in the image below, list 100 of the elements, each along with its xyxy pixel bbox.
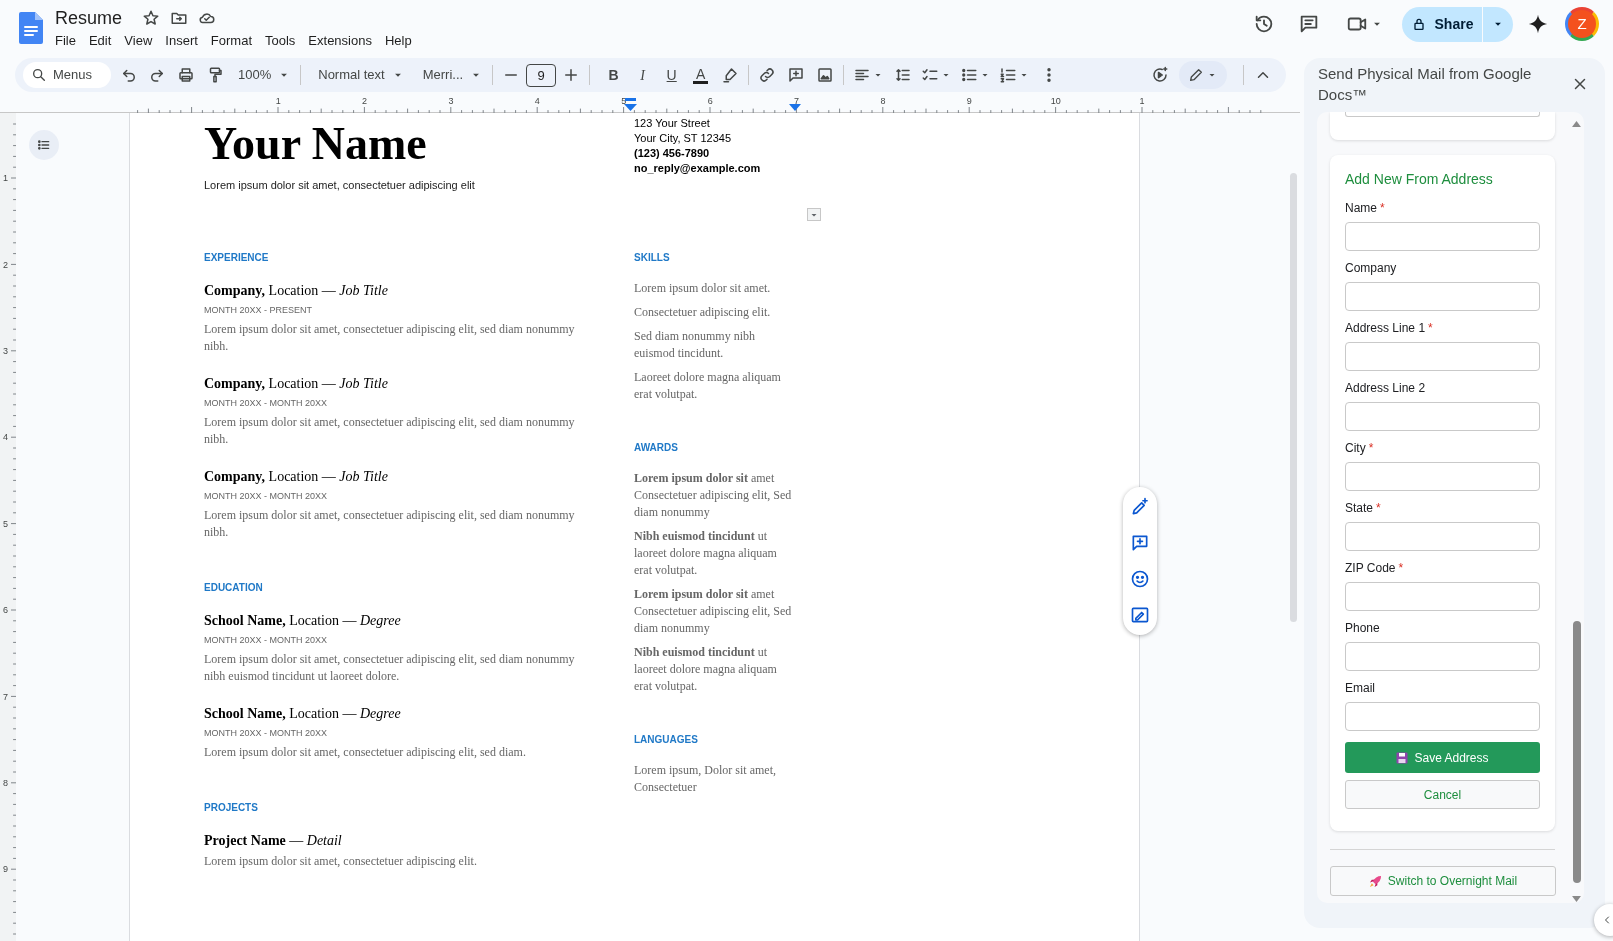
scroll-up-icon[interactable] [1572,120,1581,128]
menu-item[interactable]: Extensions [308,31,372,51]
marker-icon[interactable] [721,66,740,84]
field-label: Name [1345,200,1377,216]
contact-line: Your City, ST 12345 [634,131,733,146]
add-comment-icon[interactable] [787,66,806,84]
input-field[interactable] [1345,702,1540,731]
bold-button[interactable]: B [605,64,622,86]
menu-item[interactable]: Edit [88,31,112,51]
input-field[interactable] [1345,462,1540,491]
section-heading: LANGUAGES [634,733,699,747]
bullet-list-icon[interactable] [960,66,979,84]
comment-icon[interactable] [1298,13,1320,35]
field-label: City [1345,440,1366,456]
play-sparkle-icon[interactable] [1151,66,1169,84]
ruler-number: 7 [794,96,800,107]
section-heading: SKILLS [634,251,671,265]
field-label: Phone [1345,620,1380,636]
contact-line: (123) 456-7890 [634,146,711,161]
scroll-down-icon[interactable] [1572,895,1581,903]
input-field[interactable] [1345,582,1540,611]
ruler-number: 5 [621,96,627,107]
suggest-edit-icon[interactable] [1130,605,1150,625]
share-button[interactable]: Share [1402,6,1482,42]
section-item: Lorem ipsum dolor sit amet Consectetuer adipiscing elit, Sed diam nonummy [634,586,792,637]
switch-mail-button[interactable]: Switch to Overnight Mail [1330,866,1556,896]
ruler-number: 7 [3,691,8,702]
add-comment-icon[interactable] [1130,533,1150,553]
link-icon[interactable] [758,66,777,84]
underline-button[interactable]: U [663,64,680,86]
font-size-field[interactable]: 9 [526,63,557,87]
indent-marker-icon[interactable] [624,98,637,112]
section-heading: AWARDS [634,441,679,455]
input-field[interactable] [1345,282,1540,311]
input-field[interactable] [1345,522,1540,551]
smiley-icon[interactable] [1130,569,1150,589]
star-icon[interactable] [142,9,161,27]
ruler-number: 4 [3,432,8,443]
input-field[interactable] [1345,112,1540,117]
contact-line: 123 Your Street [634,116,711,131]
section-item: Consectetuer adipiscing elit. [634,304,772,321]
contact-line: no_reply@example.com [634,161,761,176]
document-title[interactable]: Resume [55,6,123,30]
menu-item[interactable]: File [55,31,76,51]
menu-item[interactable]: View [124,31,153,51]
document-icon[interactable] [19,12,43,44]
search-field[interactable]: Menus [23,62,111,88]
scrollbar-thumb[interactable] [1572,620,1581,884]
ruler-number: 1 [275,96,281,107]
entry-title: Company, Location — Job Title [204,282,389,300]
scrollbar-thumb[interactable] [1290,173,1297,622]
zoom-select[interactable]: 100% [238,65,292,85]
print-icon[interactable] [177,66,195,84]
ruler-number: 6 [3,605,8,616]
menu-item[interactable]: Tools [265,31,296,51]
cancel-button[interactable]: Cancel [1345,780,1540,809]
entry-title: Project Name — Detail [204,832,343,850]
entry-title: School Name, Location — Degree [204,705,402,723]
required-mark: * [1376,500,1381,516]
ruler-number: 1 [1139,96,1145,107]
entry-title: School Name, Location — Degree [204,612,402,630]
search-icon [31,67,47,83]
tagline: Lorem ipsum dolor sit amet, consectetuer adipiscing elit [204,178,476,192]
entry-title: Company, Location — Job Title [204,468,389,486]
line-spacing-icon[interactable] [894,66,913,84]
entry-dates: MONTH 20XX - MONTH 20XX [204,634,329,646]
entry-description: Lorem ipsum dolor sit amet, consectetuer adipiscing elit. [204,853,478,870]
dropdown-button[interactable] [807,208,821,221]
ruler-number: 3 [448,96,454,107]
section-item: Lorem ipsum, Dolor sit amet, Consectetuer [634,762,777,796]
ruler-number: 2 [3,259,8,270]
field-label: State [1345,500,1374,516]
menu-item[interactable]: Format [210,31,252,51]
field-label: Address Line 1 [1345,320,1426,336]
outline-button[interactable] [29,130,59,160]
input-field[interactable] [1345,342,1540,371]
ruler-number: 8 [3,777,8,788]
required-mark: * [1380,200,1385,216]
section-item: Sed diam nonummy nibh euismod tincidunt. [634,328,756,362]
editing-mode-button[interactable] [1179,61,1227,89]
pencil-sparkle-icon[interactable] [1130,497,1150,517]
style-select[interactable]: Normal text [318,65,405,85]
save-button[interactable]: Save Address [1345,742,1540,773]
name-heading: Your Name [204,120,428,168]
input-field[interactable] [1345,402,1540,431]
menu-item[interactable]: Help [384,31,412,51]
menu-item[interactable]: Insert [165,31,198,51]
ruler-number: 9 [966,96,972,107]
text-color-button[interactable]: A [693,66,709,84]
history-icon[interactable] [1253,13,1275,35]
image-icon[interactable] [816,66,835,84]
input-field[interactable] [1345,222,1540,251]
input-field[interactable] [1345,642,1540,671]
required-mark: * [1368,440,1374,456]
ruler-number: 9 [3,864,8,875]
ruler-number: 2 [362,96,368,107]
section-heading: PROJECTS [204,801,259,815]
font-select[interactable]: Merri... [422,65,484,85]
numbered-list-icon[interactable] [999,66,1018,84]
italic-button[interactable]: I [637,64,648,86]
